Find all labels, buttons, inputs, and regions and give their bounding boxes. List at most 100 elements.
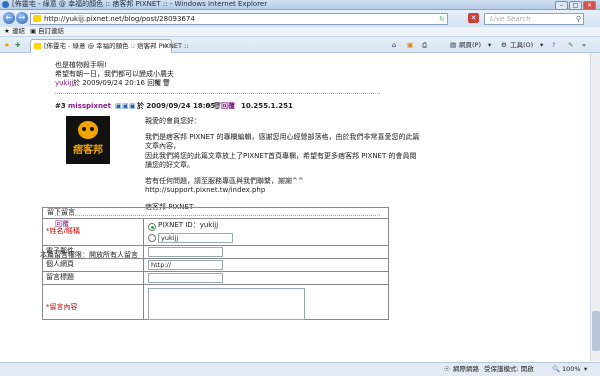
blog-icon[interactable]: ▣	[115, 102, 122, 111]
zone-text: 網際網路	[453, 365, 479, 373]
homepage-value: http://	[151, 261, 171, 269]
address-url: http://yukijj.pixnet.net/blog/post/28093…	[44, 15, 195, 23]
research-icon[interactable]: ✎	[568, 41, 573, 49]
homepage-label: 個人網頁	[46, 260, 74, 268]
minimize-button[interactable]: –	[555, 1, 568, 10]
scrollbar-thumb[interactable]	[592, 311, 600, 351]
protected-mode-text: 受保護模式: 開啟	[484, 365, 534, 373]
homepage-field[interactable]: http://	[148, 260, 223, 270]
print-icon[interactable]: ⎙	[422, 41, 427, 49]
comment-form: 留下留言 *姓名/暱稱 PIXNET ID：yukijj yukijj 電子郵件…	[42, 207, 389, 320]
homepage-row: 個人網頁 http://	[43, 258, 388, 271]
comment-meta: 於 2009/09/24 20:16 回覆	[73, 79, 162, 87]
globe-icon: ☉	[444, 365, 450, 373]
title-bar: [佈靈宅 - 綠意 @ 幸福的顏色 :: 痞客邦 PIXNET :: - Win…	[0, 0, 600, 10]
feeds-icon[interactable]: ▣	[407, 41, 413, 49]
support-link[interactable]: http://support.pixnet.tw/index.php	[145, 186, 265, 195]
subject-row: 留言標題	[43, 271, 388, 284]
home-icon[interactable]: ⌂	[392, 41, 396, 49]
content-label-cell: *留言內容	[43, 285, 144, 319]
comment-author-link[interactable]: yukijj	[55, 79, 73, 88]
subject-label-cell: 留言標題	[43, 272, 144, 284]
avatar-eye-icon	[82, 127, 86, 131]
feeds-icon: ▣	[30, 27, 37, 35]
favorites-center-icon[interactable]: ★	[4, 41, 10, 49]
tab-bar: ★ ✚ [佈靈宅 - 綠意 @ 幸福的顏色 :: 痞客邦 PIXNET :: ×…	[0, 37, 600, 53]
page-menu-arrow-icon[interactable]: ▾	[488, 41, 491, 49]
comment-body-line: 讀您的好文章。	[145, 161, 194, 169]
browser-window: [佈靈宅 - 綠意 @ 幸福的顏色 :: 痞客邦 PIXNET :: - Win…	[0, 0, 600, 376]
content-textarea[interactable]	[148, 288, 305, 320]
homepage-label-cell: 個人網頁	[43, 259, 144, 271]
content-row: *留言內容	[43, 284, 388, 320]
tab-current[interactable]: [佈靈宅 - 綠意 @ 幸福的顏色 :: 痞客邦 PIXNET :: ×	[30, 39, 188, 53]
zoom-level[interactable]: 100%	[562, 363, 581, 376]
reply-link[interactable]: 回覆	[221, 102, 235, 111]
favorites-star-icon[interactable]: ★	[4, 27, 10, 36]
name-label-cell: *姓名/暱稱	[43, 219, 144, 245]
ie-logo-icon	[2, 1, 9, 8]
pixnet-id-option: PIXNET ID：yukijj	[158, 221, 219, 229]
zoom-arrow-icon[interactable]: ▾	[584, 363, 587, 376]
back-button[interactable]: ←	[3, 12, 15, 24]
avatar-face-icon	[78, 121, 98, 139]
comment-text-line: 希望有朝一日，我們都可以變成小農夫	[55, 70, 174, 78]
search-input[interactable]: Live Search ⚲	[484, 13, 584, 25]
comment-body-line: 我們是痞客邦 PIXNET 的專欄編輯，感謝您用心經營部落格，由於我們非常喜愛您…	[145, 133, 420, 141]
guest-radio[interactable]	[148, 234, 156, 242]
add-favorite-icon[interactable]: ✚	[15, 41, 20, 49]
email-field[interactable]	[148, 247, 223, 257]
tools-menu[interactable]: 工具(O)	[510, 41, 533, 49]
more-tools-icon[interactable]: »	[582, 41, 586, 49]
maximize-button[interactable]: □	[569, 1, 582, 10]
comment-body-line: 若有任何問題，請至服務專區與我們聯繫，謝謝^^	[145, 177, 304, 185]
form-header: 留下留言	[47, 208, 75, 216]
window-title: [佈靈宅 - 綠意 @ 幸福的顏色 :: 痞客邦 PIXNET :: - Win…	[12, 0, 268, 8]
edit-icon[interactable]: ✎	[206, 102, 212, 111]
comment-text-line: 也是植物殺手啊!	[55, 61, 107, 69]
subject-field[interactable]	[148, 273, 223, 283]
custom-links[interactable]: 自訂連結	[38, 27, 64, 36]
search-icon[interactable]: ⚲	[576, 14, 581, 24]
favorites-link[interactable]: 連結	[12, 27, 25, 36]
avatar: 痞客邦	[66, 116, 110, 164]
stop-button[interactable]: ✕	[468, 13, 479, 23]
refresh-icon[interactable]: ↻	[439, 14, 445, 24]
guest-name-value: yukijj	[161, 234, 179, 242]
comment-body-line: 文章內容，	[145, 142, 180, 150]
tools-menu-arrow-icon[interactable]: ▾	[540, 41, 543, 49]
forward-button[interactable]: →	[16, 12, 28, 24]
site-favicon-icon	[33, 15, 41, 22]
form-header-row: 留下留言	[43, 208, 388, 218]
address-toolbar: ← → http://yukijj.pixnet.net/blog/post/2…	[0, 10, 600, 27]
favorites-bar: ★ 連結 ▣ 自訂連結	[0, 27, 600, 37]
guest-name-input[interactable]: yukijj	[158, 233, 233, 243]
page-icon: ▤	[450, 41, 457, 49]
zoom-icon[interactable]: 🔍	[552, 363, 560, 376]
comment-meta: 於 2009/09/24 18:05	[137, 102, 216, 110]
profile-icon[interactable]: ▣	[129, 102, 136, 111]
tab-favicon-icon	[34, 43, 41, 49]
tools-icon: ⚙	[501, 41, 507, 49]
delete-icon[interactable]: 🗑	[162, 79, 171, 88]
address-bar[interactable]: http://yukijj.pixnet.net/blog/post/28093…	[30, 13, 448, 25]
comment-ip: 10.255.1.251	[241, 102, 293, 110]
vertical-scrollbar[interactable]	[590, 53, 600, 361]
name-row: *姓名/暱稱 PIXNET ID：yukijj yukijj	[43, 218, 388, 245]
email-label: 電子郵件	[46, 247, 74, 255]
page-menu[interactable]: 網頁(P)	[459, 41, 481, 49]
email-row: 電子郵件	[43, 245, 388, 258]
tab-close-icon[interactable]: ×	[162, 40, 168, 53]
close-button[interactable]: ✕	[583, 1, 596, 10]
edit-icon[interactable]: ✎	[154, 79, 160, 88]
album-icon[interactable]: ▣	[122, 102, 129, 111]
pixnet-id-radio[interactable]	[148, 223, 156, 231]
name-label: *姓名/暱稱	[46, 227, 80, 235]
subject-label: 留言標題	[46, 273, 74, 281]
help-icon[interactable]: ?	[552, 41, 555, 49]
comment-body-line: 親愛的會員您好：	[145, 117, 201, 125]
email-label-cell: 電子郵件	[43, 246, 144, 258]
comment-author-link[interactable]: misspixnet	[68, 102, 111, 111]
avatar-text: 痞客邦	[73, 145, 103, 156]
search-placeholder: Live Search	[490, 15, 531, 23]
